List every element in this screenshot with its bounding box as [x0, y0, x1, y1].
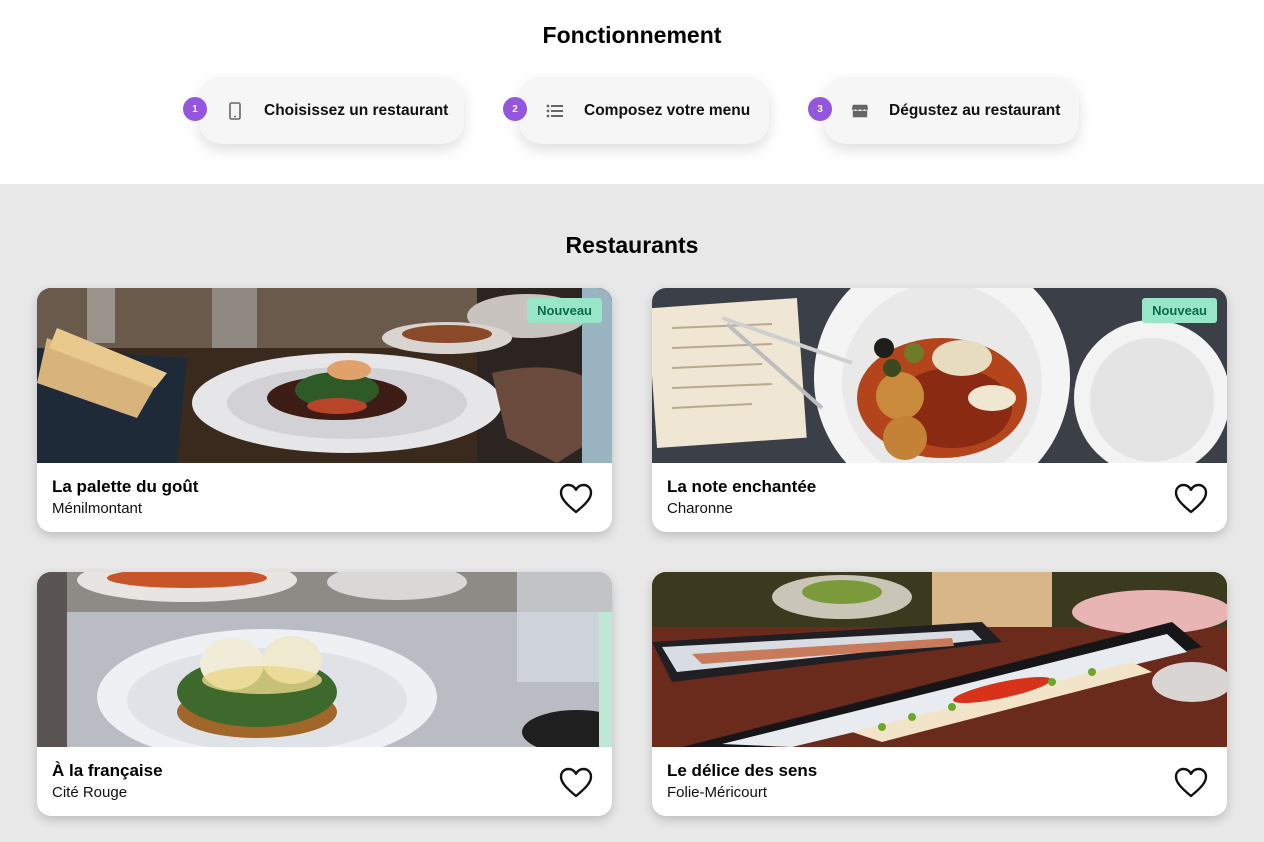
restaurants-title: Restaurants: [565, 232, 699, 258]
favorite-heart-icon[interactable]: [1174, 483, 1208, 515]
restaurant-area: Cité Rouge: [52, 784, 128, 801]
restaurant-area: Ménilmontant: [52, 500, 143, 517]
how-it-works-title: Fonctionnement: [542, 22, 722, 48]
step-taste-restaurant: 3 Dégustez au restaurant: [808, 77, 1079, 144]
restaurants-section: Restaurants Nouveau La palette du goût M…: [0, 184, 1264, 842]
storefront-icon: [851, 102, 869, 120]
restaurant-name: La note enchantée: [667, 477, 817, 496]
restaurant-photo: Nouveau: [37, 288, 612, 463]
restaurant-name: À la française: [52, 761, 163, 780]
favorite-heart-icon[interactable]: [559, 483, 593, 515]
favorite-heart-icon[interactable]: [559, 767, 593, 799]
step-number-badge: 2: [503, 97, 527, 121]
favorite-heart-icon[interactable]: [1174, 767, 1208, 799]
restaurant-photo: Nouveau: [652, 288, 1227, 463]
step-label: Dégustez au restaurant: [889, 101, 1061, 119]
restaurant-card[interactable]: À la française Cité Rouge: [37, 572, 612, 816]
restaurant-card[interactable]: Le délice des sens Folie-Méricourt: [652, 572, 1227, 816]
restaurant-name: Le délice des sens: [667, 761, 818, 780]
step-label: Choisissez un restaurant: [264, 101, 449, 119]
step-number-badge: 3: [808, 97, 832, 121]
restaurant-area: Charonne: [667, 500, 733, 517]
restaurant-photo: [652, 572, 1227, 747]
step-number-badge: 1: [183, 97, 207, 121]
restaurant-name: La palette du goût: [52, 477, 199, 496]
smartphone-icon: [226, 101, 244, 120]
restaurant-photo: [37, 572, 612, 747]
new-badge: Nouveau: [527, 298, 602, 323]
list-icon: [546, 102, 564, 120]
step-label: Composez votre menu: [584, 101, 751, 119]
new-badge: Nouveau: [1142, 298, 1217, 323]
restaurant-card[interactable]: Nouveau La note enchantée Charonne: [652, 288, 1227, 532]
how-it-works-section: Fonctionnement 1 Choisissez un restauran…: [0, 0, 1264, 184]
restaurant-card[interactable]: Nouveau La palette du goût Ménilmontant: [37, 288, 612, 532]
step-compose-menu: 2 Composez votre menu: [503, 77, 769, 144]
step-choose-restaurant: 1 Choisissez un restaurant: [183, 77, 464, 144]
restaurant-area: Folie-Méricourt: [667, 784, 768, 801]
